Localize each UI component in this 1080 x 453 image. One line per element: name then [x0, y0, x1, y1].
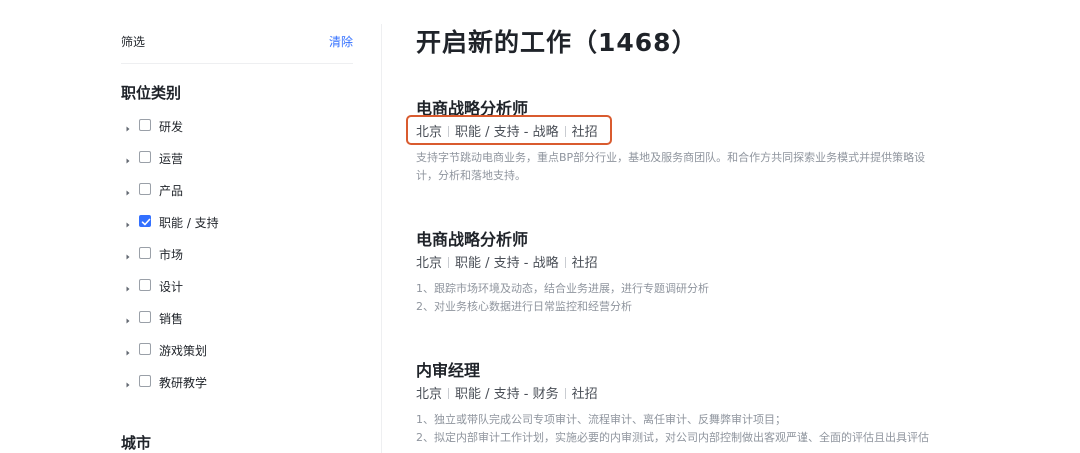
job-tags: 北京 职能 / 支持 - 战略 社招: [406, 115, 612, 145]
tag-separator: [564, 257, 566, 268]
job-description-line: 1、独立或带队完成公司专项审计、流程审计、离任审计、反舞弊审计项目；: [416, 413, 786, 426]
expand-caret-icon[interactable]: [122, 120, 134, 132]
category-checkbox[interactable]: [139, 375, 151, 387]
category-label: 市场: [159, 248, 184, 262]
expand-caret-icon[interactable]: [122, 184, 134, 196]
filter-header: 筛选 清除: [121, 33, 353, 49]
filter-divider: [121, 63, 353, 64]
expand-caret-icon[interactable]: [122, 280, 134, 292]
category-checkbox[interactable]: [139, 247, 151, 259]
category-checkbox[interactable]: [139, 311, 151, 323]
expand-caret-icon[interactable]: [122, 216, 134, 228]
job-location: 北京: [416, 387, 443, 402]
filter-sidebar: 筛选 清除 职位类别 研发运营产品职能 / 支持 市场设计销售游戏策划教研教学 城…: [0, 0, 382, 453]
job-title[interactable]: 内审经理: [416, 357, 480, 381]
category-item[interactable]: 销售: [122, 308, 352, 328]
expand-caret-icon[interactable]: [122, 376, 134, 388]
category-label: 教研教学: [159, 376, 208, 390]
job-category: 职能 / 支持 - 战略: [455, 256, 559, 271]
expand-caret-icon[interactable]: [122, 152, 134, 164]
job-list-panel: 开启新的工作（1468） 电商战略分析师 北京 职能 / 支持 - 战略 社招 支持…: [382, 0, 1080, 453]
category-checkbox[interactable]: [139, 279, 151, 291]
city-section-title: 城市: [121, 434, 152, 452]
job-description-line: 2、对业务核心数据进行日常监控和经营分析: [416, 300, 632, 313]
job-description: 1、独立或带队完成公司专项审计、流程审计、离任审计、反舞弊审计项目； 2、拟定内…: [416, 411, 968, 447]
job-tags: 北京 职能 / 支持 - 财务 社招: [416, 383, 598, 402]
filter-title: 筛选: [121, 35, 146, 49]
category-item[interactable]: 研发: [122, 116, 352, 136]
expand-caret-icon[interactable]: [122, 344, 134, 356]
page-title: 开启新的工作（1468）: [416, 28, 698, 57]
tag-separator: [448, 388, 450, 399]
job-description-line: 1、跟踪市场环境及动态，结合业务进展，进行专题调研分析: [416, 282, 709, 295]
category-item[interactable]: 设计: [122, 276, 352, 296]
job-description-line: 支持字节跳动电商业务，重点BP部分行业，基地及服务商团队。和合作方共同探索业务模…: [416, 151, 926, 164]
category-checkbox[interactable]: [139, 215, 151, 227]
category-label: 设计: [159, 280, 184, 294]
category-item[interactable]: 游戏策划: [122, 340, 352, 360]
tag-separator: [564, 388, 566, 399]
category-label: 研发: [159, 120, 184, 134]
job-title[interactable]: 电商战略分析师: [416, 226, 528, 250]
job-description: 1、跟踪市场环境及动态，结合业务进展，进行专题调研分析 2、对业务核心数据进行日…: [416, 280, 968, 316]
category-item[interactable]: 运营: [122, 148, 352, 168]
expand-caret-icon[interactable]: [122, 312, 134, 324]
job-type: 社招: [571, 387, 598, 402]
category-section-title: 职位类别: [121, 84, 182, 102]
category-checkbox[interactable]: [139, 151, 151, 163]
tag-separator: [448, 257, 450, 268]
category-label: 销售: [159, 312, 184, 326]
job-description-line: 计，分析和落地支持。: [416, 169, 526, 182]
job-category: 职能 / 支持 - 财务: [455, 387, 559, 402]
category-checkbox[interactable]: [139, 119, 151, 131]
category-item[interactable]: 市场: [122, 244, 352, 264]
category-label: 产品: [159, 184, 184, 198]
highlight-annotation: [406, 115, 612, 145]
category-label: 游戏策划: [159, 344, 208, 358]
category-item[interactable]: 教研教学: [122, 372, 352, 392]
category-label: 职能 / 支持: [159, 216, 219, 230]
job-location: 北京: [416, 256, 443, 271]
category-checkbox[interactable]: [139, 343, 151, 355]
job-description: 支持字节跳动电商业务，重点BP部分行业，基地及服务商团队。和合作方共同探索业务模…: [416, 149, 968, 185]
category-item[interactable]: 产品: [122, 180, 352, 200]
job-tags: 北京 职能 / 支持 - 战略 社招: [416, 252, 598, 271]
category-label: 运营: [159, 152, 184, 166]
expand-caret-icon[interactable]: [122, 248, 134, 260]
category-item[interactable]: 职能 / 支持: [122, 212, 352, 232]
job-description-line: 2、拟定内部审计工作计划，实施必要的内审测试，对公司内部控制做出客观严谨、全面的…: [416, 431, 929, 444]
category-checkbox[interactable]: [139, 183, 151, 195]
clear-filters-button[interactable]: 清除: [329, 33, 353, 50]
job-type: 社招: [571, 256, 598, 271]
